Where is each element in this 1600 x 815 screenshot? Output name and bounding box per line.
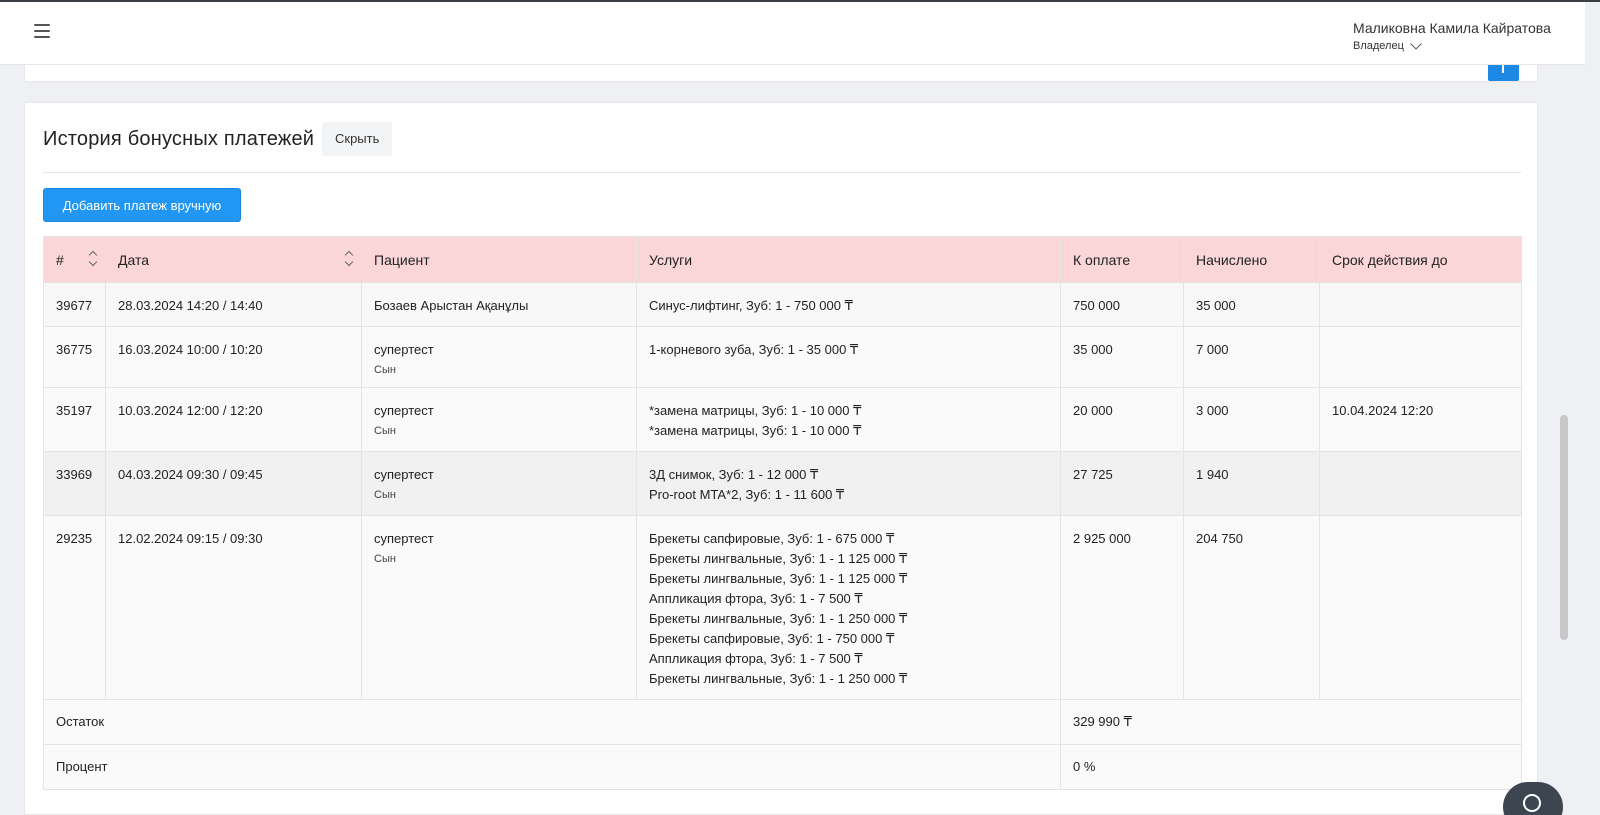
bonus-payments-table: # Дата Пациент Услуги К оплате Начислено… — [43, 236, 1522, 790]
add-payment-manually-button[interactable]: Добавить платеж вручную — [43, 188, 241, 222]
table-row[interactable]: 29235 12.02.2024 09:15 / 09:30 супертест Сы… — [43, 515, 1522, 700]
cell-date: 12.02.2024 09:15 / 09:30 — [105, 515, 362, 700]
column-header-accrued: Начислено — [1183, 236, 1320, 283]
patient-name: Бозаев Арыстан Ақанұлы — [374, 298, 529, 313]
user-name: Маликовна Камила Кайратова — [1353, 20, 1551, 36]
service-item: Брекеты лингвальные, Зуб: 1 - 1 125 000 … — [649, 571, 908, 586]
patient-name: супертест — [374, 531, 434, 546]
chevron-down-icon — [1410, 38, 1422, 50]
patient-relation: Сын — [374, 553, 396, 565]
cell-patient: супертест Сын — [361, 326, 637, 388]
patient-relation: Сын — [374, 489, 396, 501]
service-item: Брекеты сапфировые, Зуб: 1 - 675 000 ₸ — [649, 531, 895, 546]
cell-accrued: 7 000 — [1183, 326, 1320, 388]
service-item: 3Д снимок, Зуб: 1 - 12 000 ₸ — [649, 467, 819, 482]
user-role: Владелец — [1353, 40, 1404, 52]
cell-date: 04.03.2024 09:30 / 09:45 — [105, 451, 362, 516]
service-item: *замена матрицы, Зуб: 1 - 10 000 ₸ — [649, 423, 862, 438]
cell-patient: супертест Сын — [361, 451, 637, 516]
patient-name: супертест — [374, 467, 434, 482]
cell-id: 36775 — [43, 326, 106, 388]
divider — [43, 172, 1521, 173]
service-item: Аппликация фтора, Зуб: 1 - 7 500 ₸ — [649, 591, 863, 606]
service-item: Синус-лифтинг, Зуб: 1 - 750 000 ₸ — [649, 298, 853, 313]
top-header: Маликовна Камила Кайратова Владелец — [0, 2, 1585, 65]
cell-date: 28.03.2024 14:20 / 14:40 — [105, 282, 362, 327]
column-header-expires: Срок действия до — [1319, 236, 1522, 283]
cell-date: 16.03.2024 10:00 / 10:20 — [105, 326, 362, 388]
cell-to-pay: 35 000 — [1060, 326, 1184, 388]
service-item: *замена матрицы, Зуб: 1 - 10 000 ₸ — [649, 403, 862, 418]
bonus-payments-card: История бонусных платежей Скрыть Добавит… — [24, 102, 1538, 815]
cell-expires: 10.04.2024 12:20 — [1319, 387, 1522, 452]
table-row[interactable]: 33969 04.03.2024 09:30 / 09:45 супертест Сы… — [43, 451, 1522, 516]
balance-label: Остаток — [43, 699, 1061, 745]
cell-services: 1-корневого зуба, Зуб: 1 - 35 000 ₸ — [636, 326, 1061, 388]
patient-relation: Сын — [374, 425, 396, 437]
scrollbar-thumb[interactable] — [1560, 415, 1568, 640]
column-header-services: Услуги — [636, 236, 1061, 283]
cell-services: *замена матрицы, Зуб: 1 - 10 000 ₸ *замен… — [636, 387, 1061, 452]
service-item: Брекеты лингвальные, Зуб: 1 - 1 250 000 … — [649, 611, 908, 626]
cell-accrued: 204 750 — [1183, 515, 1320, 700]
cell-accrued: 35 000 — [1183, 282, 1320, 327]
table-row[interactable]: 36775 16.03.2024 10:00 / 10:20 супертест Сы… — [43, 326, 1522, 388]
user-role-dropdown[interactable]: Владелец — [1353, 38, 1583, 52]
user-menu[interactable]: Маликовна Камила Кайратова Владелец — [1353, 20, 1583, 52]
cell-services: 3Д снимок, Зуб: 1 - 12 000 ₸ Pro-root MTA… — [636, 451, 1061, 516]
cell-services: Брекеты сапфировые, Зуб: 1 - 675 000 ₸ Бр… — [636, 515, 1061, 700]
cell-id: 39677 — [43, 282, 106, 327]
cell-id: 33969 — [43, 451, 106, 516]
cell-expires — [1319, 326, 1522, 388]
percent-value: 0 % — [1060, 744, 1522, 790]
column-header-patient: Пациент — [361, 236, 637, 283]
patient-relation: Сын — [374, 364, 396, 376]
cell-expires — [1319, 515, 1522, 700]
chat-widget-icon[interactable] — [1503, 782, 1563, 815]
cell-patient: супертест Сын — [361, 515, 637, 700]
sort-icon[interactable] — [345, 249, 353, 269]
cell-to-pay: 20 000 — [1060, 387, 1184, 452]
service-item: Брекеты лингвальные, Зуб: 1 - 1 125 000 … — [649, 551, 908, 566]
cell-id: 35197 — [43, 387, 106, 452]
service-item: Pro-root MTA*2, Зуб: 1 - 11 600 ₸ — [649, 487, 845, 502]
cell-to-pay: 750 000 — [1060, 282, 1184, 327]
service-item: Брекеты лингвальные, Зуб: 1 - 1 250 000 … — [649, 671, 908, 686]
sort-icon[interactable] — [89, 249, 97, 269]
cell-id: 29235 — [43, 515, 106, 700]
table-row[interactable]: 35197 10.03.2024 12:00 / 12:20 супертест Сы… — [43, 387, 1522, 452]
balance-row: Остаток 329 990 ₸ — [43, 699, 1522, 745]
hamburger-menu-icon[interactable] — [34, 24, 50, 38]
cell-accrued: 3 000 — [1183, 387, 1320, 452]
cell-to-pay: 2 925 000 — [1060, 515, 1184, 700]
patient-name: супертест — [374, 403, 434, 418]
service-item: Аппликация фтора, Зуб: 1 - 7 500 ₸ — [649, 651, 863, 666]
service-item: 1-корневого зуба, Зуб: 1 - 35 000 ₸ — [649, 342, 859, 357]
service-item: Брекеты сапфировые, Зуб: 1 - 750 000 ₸ — [649, 631, 895, 646]
table-header-row: # Дата Пациент Услуги К оплате Начислено… — [43, 236, 1522, 283]
percent-row: Процент 0 % — [43, 744, 1522, 790]
column-header-date[interactable]: Дата — [105, 236, 362, 283]
previous-card-bottom — [24, 65, 1538, 82]
cell-patient: супертест Сын — [361, 387, 637, 452]
cell-date: 10.03.2024 12:00 / 12:20 — [105, 387, 362, 452]
cell-expires — [1319, 451, 1522, 516]
cell-patient: Бозаев Арыстан Ақанұлы — [361, 282, 637, 327]
balance-value: 329 990 ₸ — [1060, 699, 1522, 745]
cell-to-pay: 27 725 — [1060, 451, 1184, 516]
section-title: История бонусных платежей — [43, 128, 315, 150]
column-header-to-pay: К оплате — [1060, 236, 1184, 283]
column-header-number[interactable]: # — [43, 236, 106, 283]
patient-name: супертест — [374, 342, 434, 357]
cell-expires — [1319, 282, 1522, 327]
add-icon-button[interactable] — [1488, 65, 1519, 81]
table-row[interactable]: 39677 28.03.2024 14:20 / 14:40 Бозаев Арыс… — [43, 282, 1522, 327]
percent-label: Процент — [43, 744, 1061, 790]
hide-button[interactable]: Скрыть — [322, 122, 393, 156]
cell-accrued: 1 940 — [1183, 451, 1320, 516]
cell-services: Синус-лифтинг, Зуб: 1 - 750 000 ₸ — [636, 282, 1061, 327]
